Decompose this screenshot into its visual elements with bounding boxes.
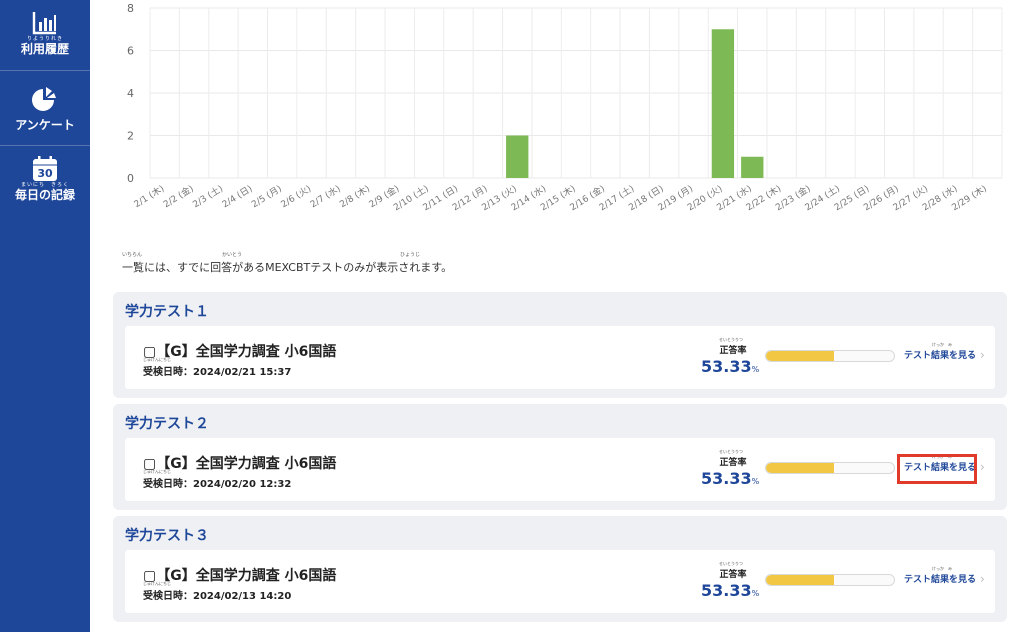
correct-rate: 53.33% [701, 469, 760, 488]
sidebar-divider [0, 70, 90, 71]
test-result-card[interactable]: ▢【G】全国学力調査 小6国語 じゅけんにちじ 受検日時：2024/02/21 … [125, 326, 995, 389]
test-date: じゅけんにちじ 受検日時：2024/02/21 15:37 [143, 357, 292, 378]
sidebar-item-survey[interactable]: アンケート [0, 86, 90, 132]
rate-progress-bar [765, 462, 895, 474]
rate-label: せいとうりつ 正答率 [719, 337, 747, 356]
sidebar-item-label: 利用履歴 [20, 42, 69, 56]
note-text: 一覧には、すでに回答があるMEXCBTテストのみが表示されます。 [122, 261, 453, 274]
note-ruby: ひょうじ [400, 252, 421, 258]
test-date: じゅけんにちじ 受検日時：2024/02/20 12:32 [143, 469, 292, 490]
test-panel-3: 学力テスト３ ▢【G】全国学力調査 小6国語 じゅけんにちじ 受検日時：2024… [113, 516, 1007, 622]
test-result-card[interactable]: ▢【G】全国学力調査 小6国語 じゅけんにちじ 受検日時：2024/02/13 … [125, 550, 995, 613]
note-ruby: かいとう [222, 252, 243, 258]
x-tick-label: 2/2 (金) [161, 182, 196, 210]
calendar-icon: 30 [33, 156, 57, 181]
y-tick-label: 6 [127, 45, 134, 58]
chart-bar [506, 135, 529, 178]
rate-progress-bar [765, 350, 895, 362]
chevron-right-icon[interactable]: › [980, 348, 985, 362]
correct-rate: 53.33% [701, 357, 760, 376]
test-title: ▢【G】全国学力調査 小6国語 [143, 344, 337, 360]
panel-title: 学力テスト３ [125, 528, 209, 544]
x-tick-label: 2/3 (土) [190, 182, 225, 210]
test-result-card[interactable]: ▢【G】全国学力調査 小6国語 じゅけんにちじ 受検日時：2024/02/20 … [125, 438, 995, 501]
x-tick-label: 2/8 (木) [337, 182, 372, 210]
x-tick-label: 2/7 (水) [308, 182, 343, 210]
sidebar-divider [0, 145, 90, 146]
test-title: ▢【G】全国学力調査 小6国語 [143, 456, 337, 472]
test-date: じゅけんにちじ 受検日時：2024/02/13 14:20 [143, 581, 292, 602]
sidebar-item-label: 毎日の記録 [14, 188, 75, 202]
usage-bar-chart: 0 2 4 6 8 2/1 (木)2/2 (金)2/3 (土)2/4 (日)2/5 (月)… [127, 2, 1003, 213]
test-title: ▢【G】全国学力調査 小6国語 [143, 568, 337, 584]
view-result-link[interactable]: けっか み テスト結果を見る [904, 566, 976, 585]
y-tick-label: 2 [127, 130, 134, 143]
chart-bar [711, 29, 735, 178]
rate-label: せいとうりつ 正答率 [719, 561, 747, 580]
view-result-link[interactable]: けっか み テスト結果を見る [904, 342, 976, 361]
chevron-right-icon[interactable]: › [980, 572, 985, 586]
x-tick-label: 2/4 (日) [220, 183, 254, 210]
rate-progress-bar [765, 574, 895, 586]
rate-label: せいとうりつ 正答率 [719, 449, 747, 468]
panel-title: 学力テスト２ [125, 416, 209, 432]
chevron-right-icon[interactable]: › [980, 460, 985, 474]
x-tick-label: 2/1 (木) [132, 182, 167, 210]
y-tick-label: 0 [127, 172, 134, 185]
test-panel-2: 学力テスト２ ▢【G】全国学力調査 小6国語 じゅけんにちじ 受検日時：2024… [113, 404, 1007, 510]
sidebar-item-label: アンケート [15, 118, 75, 132]
bar-chart-icon [32, 12, 56, 35]
sidebar: りようりれき 利用履歴 アンケート 30 まいにち きろく 毎日の記録 [0, 0, 90, 632]
y-tick-label: 4 [127, 87, 134, 100]
calendar-day-text: 30 [37, 167, 53, 180]
panel-title: 学力テスト１ [125, 304, 209, 320]
x-tick-label: 2/6 (火) [279, 183, 313, 210]
x-tick-label: 2/5 (月) [250, 183, 284, 210]
highlight-box [897, 454, 977, 484]
list-note: いちらん かいとう ひょうじ 一覧には、すでに回答があるMEXCBTテストのみが… [122, 252, 453, 275]
note-ruby: いちらん [122, 252, 143, 258]
pie-chart-icon [32, 87, 56, 111]
chart-bar [741, 156, 764, 178]
sidebar-item-usage-history[interactable]: りようりれき 利用履歴 [0, 10, 90, 56]
test-panel-1: 学力テスト１ ▢【G】全国学力調査 小6国語 じゅけんにちじ 受検日時：2024… [113, 292, 1007, 398]
sidebar-item-daily-record[interactable]: 30 まいにち きろく 毎日の記録 [0, 156, 90, 202]
y-tick-label: 8 [127, 2, 134, 15]
correct-rate: 53.33% [701, 581, 760, 600]
